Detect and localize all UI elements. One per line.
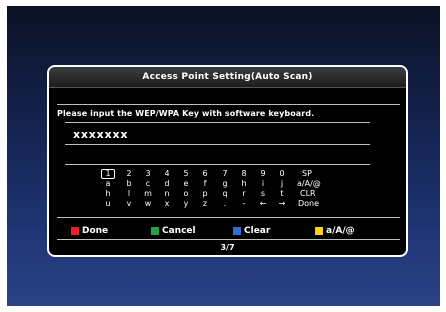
divider-input xyxy=(65,144,370,145)
clear-label: Clear xyxy=(244,226,271,236)
arrow-left-icon[interactable]: ← xyxy=(256,199,270,209)
page-indicator: 3/7 xyxy=(220,243,235,252)
keyboard-row: u v w x y z . - ← → Done xyxy=(101,199,401,209)
key-c[interactable]: c xyxy=(141,179,155,189)
key-8[interactable]: 8 xyxy=(237,169,251,179)
key-6[interactable]: 6 xyxy=(198,169,212,179)
key-2[interactable]: 2 xyxy=(122,169,136,179)
key-r[interactable]: r xyxy=(237,189,251,199)
key-q[interactable]: q xyxy=(218,189,232,199)
clear-button[interactable]: Clear xyxy=(233,224,270,238)
divider-keyboard xyxy=(65,164,370,165)
key-j[interactable]: j xyxy=(275,179,289,189)
done-button[interactable]: Done xyxy=(71,224,108,238)
red-square-icon xyxy=(71,227,79,235)
key-e[interactable]: e xyxy=(179,179,193,189)
key-case-toggle[interactable]: a/A/@ xyxy=(297,179,337,189)
key-done[interactable]: Done xyxy=(298,199,338,209)
case-toggle-button[interactable]: a/A/@ xyxy=(315,224,355,238)
tv-screen: Access Point Setting(Auto Scan) Please i… xyxy=(0,0,446,312)
key-t[interactable]: t xyxy=(275,189,289,199)
key-7[interactable]: 7 xyxy=(218,169,232,179)
divider-page xyxy=(57,239,400,240)
key-m[interactable]: m xyxy=(141,189,155,199)
key-h2[interactable]: h xyxy=(101,189,115,199)
key-w[interactable]: w xyxy=(141,199,155,209)
key-p[interactable]: p xyxy=(198,189,212,199)
key-i[interactable]: i xyxy=(256,179,270,189)
key-space[interactable]: SP xyxy=(302,169,342,179)
key-o[interactable]: o xyxy=(179,189,193,199)
key-x[interactable]: x xyxy=(160,199,174,209)
arrow-right-icon[interactable]: → xyxy=(275,199,289,209)
divider-footer xyxy=(57,217,400,218)
key-1[interactable]: 1 xyxy=(101,169,115,179)
divider-top xyxy=(57,104,400,105)
yellow-square-icon xyxy=(315,227,323,235)
blue-square-icon xyxy=(233,227,241,235)
key-a[interactable]: a xyxy=(101,179,115,189)
key-b[interactable]: b xyxy=(122,179,136,189)
key-d[interactable]: d xyxy=(160,179,174,189)
key-9[interactable]: 9 xyxy=(256,169,270,179)
key-4[interactable]: 4 xyxy=(160,169,174,179)
divider-instruction xyxy=(65,122,370,123)
key-5[interactable]: 5 xyxy=(179,169,193,179)
key-0[interactable]: 0 xyxy=(275,169,289,179)
access-point-dialog: Access Point Setting(Auto Scan) Please i… xyxy=(47,65,408,257)
dialog-title: Access Point Setting(Auto Scan) xyxy=(49,67,406,88)
cancel-button[interactable]: Cancel xyxy=(151,224,196,238)
key-y[interactable]: y xyxy=(179,199,193,209)
key-input-field[interactable]: xxxxxxx xyxy=(73,128,128,141)
cancel-label: Cancel xyxy=(162,226,196,236)
key-u[interactable]: u xyxy=(101,199,115,209)
key-l[interactable]: l xyxy=(122,189,136,199)
key-clear[interactable]: CLR xyxy=(300,189,340,199)
key-3[interactable]: 3 xyxy=(141,169,155,179)
key-h[interactable]: h xyxy=(237,179,251,189)
key-v[interactable]: v xyxy=(122,199,136,209)
key-period[interactable]: . xyxy=(218,199,232,209)
key-f[interactable]: f xyxy=(198,179,212,189)
color-button-bar: Done Cancel Clear a/A/@ xyxy=(49,224,406,238)
case-toggle-label: a/A/@ xyxy=(326,226,355,236)
key-s[interactable]: s xyxy=(256,189,270,199)
green-square-icon xyxy=(151,227,159,235)
keyboard-row: a b c d e f g h i j a/A/@ xyxy=(101,179,401,189)
key-g[interactable]: g xyxy=(218,179,232,189)
key-n[interactable]: n xyxy=(160,189,174,199)
key-z[interactable]: z xyxy=(198,199,212,209)
software-keyboard: 1 2 3 4 5 6 7 8 9 0 SP a b c d e f g h i… xyxy=(101,169,401,209)
keyboard-row: 1 2 3 4 5 6 7 8 9 0 SP xyxy=(101,169,401,179)
key-hyphen[interactable]: - xyxy=(237,199,251,209)
instruction-text: Please input the WEP/WPA Key with softwa… xyxy=(57,109,315,118)
done-label: Done xyxy=(82,226,109,236)
keyboard-row: h l m n o p q r s t CLR xyxy=(101,189,401,199)
